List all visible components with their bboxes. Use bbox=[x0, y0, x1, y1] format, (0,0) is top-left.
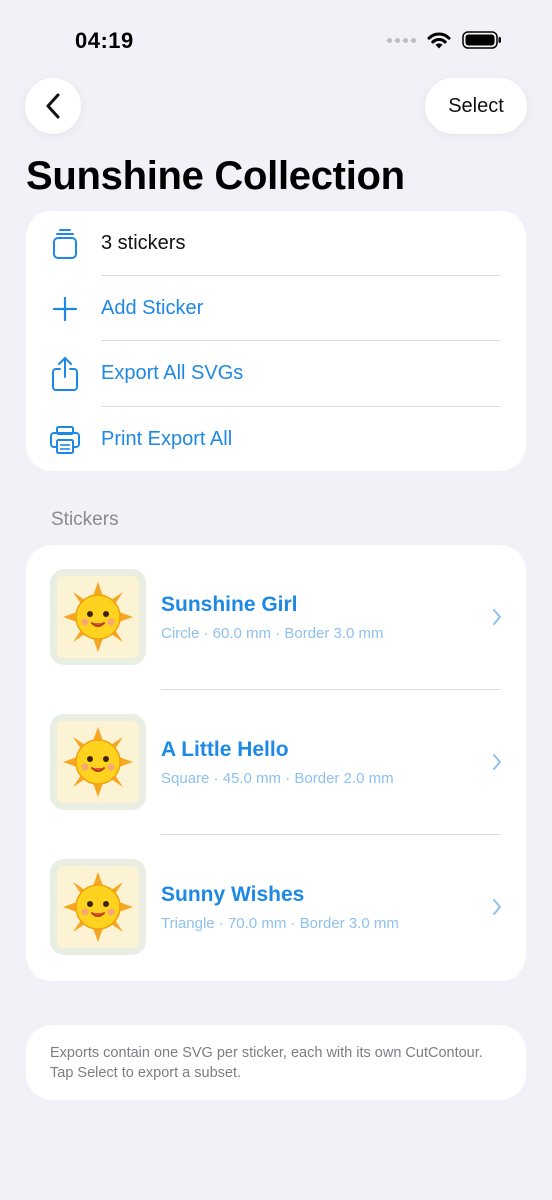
chevron-right-icon bbox=[493, 754, 501, 770]
sticker-name: Sunny Wishes bbox=[161, 883, 305, 906]
share-icon bbox=[48, 356, 82, 391]
footnote-card: Exports contain one SVG per sticker, eac… bbox=[26, 1025, 526, 1100]
cellular-signal-icon bbox=[387, 37, 416, 43]
sticker-meta: Triangle · 70.0 mm · Border 3.0 mm bbox=[161, 915, 399, 932]
actions-card: 3 stickers Add Sticker Export All SVGs P… bbox=[26, 211, 526, 471]
sticker-row[interactable]: Sunshine Girl Circle · 60.0 mm · Border … bbox=[26, 545, 526, 690]
section-header-stickers: Stickers bbox=[51, 509, 119, 530]
sticker-meta: Circle · 60.0 mm · Border 3.0 mm bbox=[161, 625, 384, 642]
chevron-right-icon bbox=[493, 609, 501, 625]
select-button[interactable]: Select bbox=[425, 78, 527, 134]
sticker-meta: Square · 45.0 mm · Border 2.0 mm bbox=[161, 770, 394, 787]
print-export-all-button[interactable]: Print Export All bbox=[26, 407, 526, 472]
sticker-row[interactable]: Sunny Wishes Triangle · 70.0 mm · Border… bbox=[26, 835, 526, 980]
print-export-all-label: Print Export All bbox=[101, 428, 233, 450]
sun-icon bbox=[63, 727, 133, 797]
printer-icon bbox=[48, 423, 82, 457]
status-bar: 04:19 bbox=[0, 0, 552, 80]
add-sticker-label: Add Sticker bbox=[101, 297, 204, 319]
add-sticker-button[interactable]: Add Sticker bbox=[26, 276, 526, 341]
sticker-count-label: 3 stickers bbox=[101, 232, 186, 254]
chevron-right-icon bbox=[493, 899, 501, 915]
sticker-count-row: 3 stickers bbox=[26, 211, 526, 276]
chevron-left-icon bbox=[46, 93, 60, 119]
sticker-name: A Little Hello bbox=[161, 738, 289, 761]
export-all-svgs-button[interactable]: Export All SVGs bbox=[26, 341, 526, 406]
sticker-thumbnail bbox=[50, 714, 146, 810]
footnote-text: Exports contain one SVG per sticker, eac… bbox=[50, 1045, 483, 1081]
stickers-list: Sunshine Girl Circle · 60.0 mm · Border … bbox=[26, 545, 526, 981]
stack-icon bbox=[48, 227, 82, 261]
status-icons bbox=[387, 30, 502, 50]
page-title: Sunshine Collection bbox=[26, 154, 405, 198]
sun-icon bbox=[63, 872, 133, 942]
sticker-thumbnail bbox=[50, 569, 146, 665]
sun-icon bbox=[63, 582, 133, 652]
status-time: 04:19 bbox=[75, 28, 134, 53]
sticker-thumbnail bbox=[50, 859, 146, 955]
back-button[interactable] bbox=[25, 78, 81, 134]
wifi-icon bbox=[427, 32, 451, 49]
sticker-row[interactable]: A Little Hello Square · 45.0 mm · Border… bbox=[26, 690, 526, 835]
battery-icon bbox=[462, 31, 501, 49]
export-all-svgs-label: Export All SVGs bbox=[101, 362, 244, 384]
plus-icon bbox=[48, 292, 82, 326]
sticker-name: Sunshine Girl bbox=[161, 593, 298, 616]
